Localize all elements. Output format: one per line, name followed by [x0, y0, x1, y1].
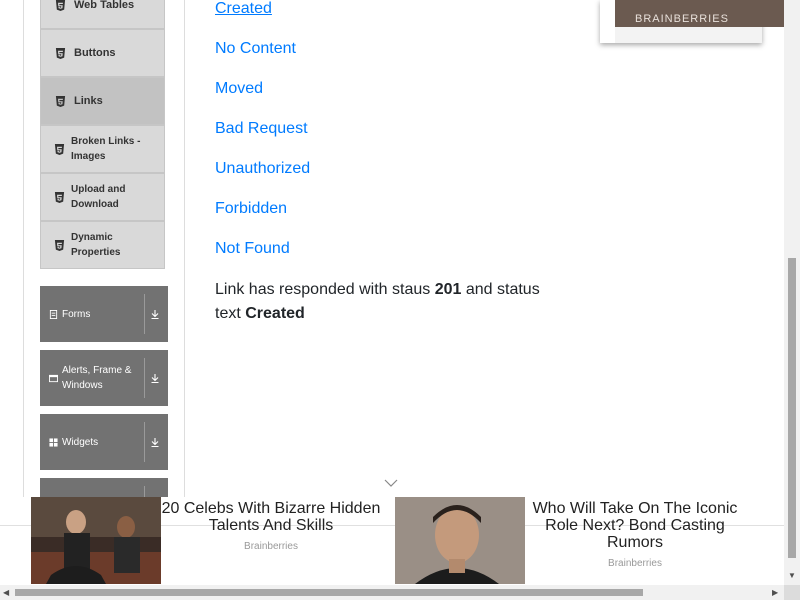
link-no-content[interactable]: No Content: [215, 40, 296, 58]
ad-strip: [615, 27, 762, 43]
link-bad-request[interactable]: Bad Request: [215, 120, 308, 138]
sidebar-group-forms[interactable]: Forms: [40, 286, 168, 342]
group-label: Widgets: [62, 436, 99, 448]
ad-title[interactable]: Who Will Take On The Iconic Role Next? B…: [525, 500, 745, 551]
ad-image-celebs[interactable]: [31, 497, 161, 584]
download-icon: [149, 371, 161, 385]
ad-image-bond[interactable]: [395, 497, 525, 584]
sidebar-group-widgets[interactable]: Widgets: [40, 414, 168, 470]
horizontal-scrollbar[interactable]: ◀ ▶: [0, 585, 800, 600]
response-code: 201: [434, 281, 462, 298]
link-not-found[interactable]: Not Found: [215, 240, 290, 258]
scrollbar-thumb[interactable]: [15, 589, 643, 596]
sidebar-item-label: Broken Links - Images: [71, 136, 141, 162]
scroll-down-icon[interactable]: ▼: [788, 572, 796, 580]
response-prefix: Link has responded with staus: [215, 281, 431, 298]
sidebar-item-label: Buttons: [74, 47, 116, 59]
html5-icon: [54, 191, 65, 203]
ad-title[interactable]: 20 Celebs With Bizarre Hidden Talents An…: [161, 500, 381, 534]
download-icon: [149, 307, 161, 321]
group-label: Alerts, Frame & Windows: [62, 365, 132, 391]
page: Web Tables Buttons Links Broken Links - …: [0, 0, 800, 600]
html5-icon: [55, 95, 66, 107]
window-icon: [49, 374, 58, 383]
scrollbar-corner: [784, 585, 800, 600]
scrollbar-thumb[interactable]: [788, 258, 796, 558]
sidebar-item-upload-download[interactable]: Upload and Download: [40, 173, 165, 221]
link-response-text: Link has responded with staus 201 and st…: [215, 278, 560, 326]
link-created[interactable]: Created: [215, 0, 272, 18]
sidebar-item-label: Links: [74, 95, 103, 107]
grid-icon: [49, 437, 58, 447]
sidebar-item-web-tables[interactable]: Web Tables: [40, 0, 165, 29]
top-ad-banner[interactable]: BRAINBERRIES: [600, 0, 785, 43]
file-icon: [49, 309, 58, 319]
scroll-left-icon[interactable]: ◀: [3, 588, 9, 597]
sidebar-item-broken-links[interactable]: Broken Links - Images: [40, 125, 165, 173]
html5-icon: [54, 143, 65, 155]
sidebar-item-label: Web Tables: [74, 0, 135, 11]
sidebar-item-label: Upload and Download: [71, 184, 126, 210]
response-status-text: Created: [245, 305, 305, 322]
html5-icon: [55, 47, 66, 59]
sidebar-item-links[interactable]: Links: [40, 77, 165, 125]
group-label: Forms: [62, 308, 91, 320]
link-unauthorized[interactable]: Unauthorized: [215, 160, 310, 178]
scroll-right-icon[interactable]: ▶: [772, 588, 778, 597]
vertical-scrollbar[interactable]: ▼: [784, 0, 800, 585]
sidebar-item-buttons[interactable]: Buttons: [40, 29, 165, 77]
chevron-down-icon[interactable]: [384, 478, 398, 488]
sidebar-group-alerts[interactable]: Alerts, Frame & Windows: [40, 350, 168, 406]
ad-brand: BRAINBERRIES: [615, 0, 785, 27]
html5-icon: [54, 239, 65, 251]
bottom-ad: 20 Celebs With Bizarre Hidden Talents An…: [0, 497, 784, 585]
html5-icon: [55, 0, 66, 11]
ad-source: Brainberries: [244, 541, 298, 552]
sidebar-item-label: Dynamic Properties: [71, 232, 121, 258]
download-icon: [149, 435, 161, 449]
link-moved[interactable]: Moved: [215, 80, 263, 98]
link-forbidden[interactable]: Forbidden: [215, 200, 287, 218]
ad-source: Brainberries: [608, 558, 662, 569]
sidebar-item-dynamic-properties[interactable]: Dynamic Properties: [40, 221, 165, 269]
